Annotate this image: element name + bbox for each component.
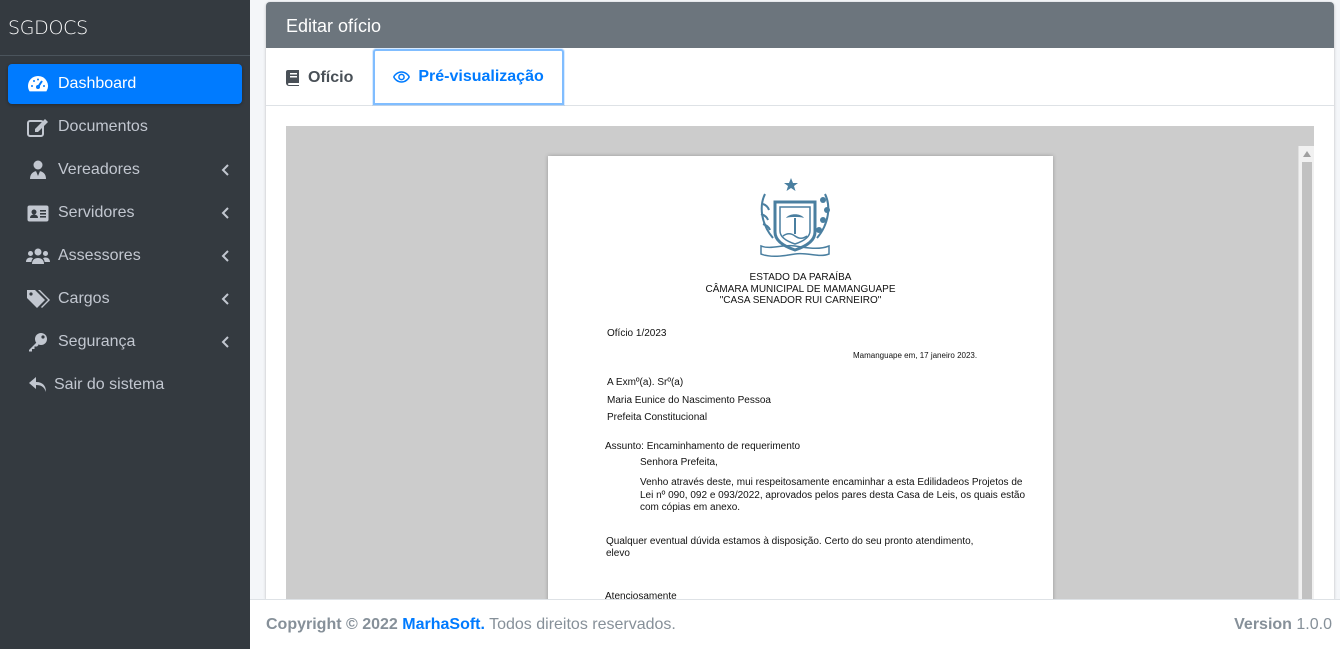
chevron-left-icon bbox=[220, 292, 230, 306]
footer-version: Version 1.0.0 bbox=[1234, 616, 1332, 634]
recipient-title: A Exmº(a). Srº(a) bbox=[607, 377, 684, 388]
edit-oficio-card: Editar ofício Ofício Pré-visualização ES… bbox=[266, 2, 1334, 599]
company-link[interactable]: MarhaSoft. bbox=[402, 616, 485, 633]
eye-icon bbox=[393, 71, 411, 83]
sidebar-item-label: Sair do sistema bbox=[54, 376, 165, 393]
sidebar-item-label: Segurança bbox=[58, 333, 136, 350]
chevron-left-icon bbox=[220, 249, 230, 263]
document-preview-viewer[interactable]: ESTADO DA PARAÍBA CÂMARA MUNICIPAL DE MA… bbox=[286, 126, 1314, 599]
id-card-icon bbox=[26, 202, 50, 224]
brand-logo[interactable]: SGDOCS bbox=[0, 0, 250, 56]
chevron-left-icon bbox=[220, 335, 230, 349]
sidebar-item-seguranca[interactable]: Segurança bbox=[8, 322, 242, 362]
reply-icon bbox=[28, 374, 48, 396]
sidebar-item-label: Documentos bbox=[58, 118, 148, 135]
tab-label: Pré-visualização bbox=[418, 68, 544, 85]
tab-bar: Ofício Pré-visualização bbox=[266, 48, 1334, 106]
book-icon bbox=[286, 70, 300, 86]
heading-line: ESTADO DA PARAÍBA bbox=[749, 272, 852, 283]
body-line: Lei nº 090, 092 e 093/2022, aprovados pe… bbox=[640, 489, 1026, 501]
version-number: 1.0.0 bbox=[1296, 615, 1332, 633]
recipient-role: Prefeita Constitucional bbox=[607, 412, 708, 423]
tab-label: Ofício bbox=[308, 69, 354, 86]
closing-line: elevo bbox=[606, 548, 630, 559]
scroll-thumb[interactable] bbox=[1302, 162, 1312, 599]
closing-paragraph: Qualquer eventual dúvida estamos à dispo… bbox=[606, 536, 973, 560]
footer-copyright: Copyright © 2022 MarhaSoft. Todos direit… bbox=[266, 616, 676, 634]
card-title: Editar ofício bbox=[266, 2, 1334, 48]
sidebar-item-label: Servidores bbox=[58, 204, 135, 221]
viewer-scrollbar[interactable] bbox=[1298, 146, 1314, 599]
rights-text: Todos direitos reservados. bbox=[489, 615, 676, 633]
signoff: Atenciosamente bbox=[605, 591, 677, 599]
sidebar-nav: Dashboard Documentos Vereadores Servidor… bbox=[0, 56, 250, 416]
municipal-crest bbox=[760, 178, 830, 258]
tab-pre-visualizacao[interactable]: Pré-visualização bbox=[373, 49, 564, 105]
sidebar: SGDOCS Dashboard Documentos Vereadores S… bbox=[0, 0, 250, 649]
oficio-number: Ofício 1/2023 bbox=[607, 328, 667, 339]
main-content: Editar ofício Ofício Pré-visualização ES… bbox=[250, 0, 1340, 599]
sidebar-item-label: Assessores bbox=[58, 247, 141, 264]
sidebar-item-assessores[interactable]: Assessores bbox=[8, 236, 242, 276]
body-paragraph: Venho através deste, mui respeitosamente… bbox=[640, 477, 1025, 515]
sidebar-item-label: Cargos bbox=[58, 290, 110, 307]
recipient-name: Maria Eunice do Nascimento Pessoa bbox=[607, 395, 771, 406]
subject-line: Assunto: Encaminhamento de requerimento bbox=[605, 441, 801, 452]
chevron-left-icon bbox=[220, 206, 230, 220]
scroll-up-arrow-icon[interactable] bbox=[1299, 146, 1314, 162]
sidebar-item-label: Dashboard bbox=[58, 75, 137, 92]
oficio-date: Mamanguape em, 17 janeiro 2023. bbox=[853, 351, 978, 360]
document-page: ESTADO DA PARAÍBA CÂMARA MUNICIPAL DE MA… bbox=[548, 156, 1053, 599]
heading-line: "CASA SENADOR RUI CARNEIRO" bbox=[719, 295, 882, 306]
edit-icon bbox=[26, 116, 50, 138]
chevron-left-icon bbox=[220, 163, 230, 177]
sidebar-item-cargos[interactable]: Cargos bbox=[8, 279, 242, 319]
version-label: Version bbox=[1234, 615, 1292, 633]
sidebar-item-servidores[interactable]: Servidores bbox=[8, 193, 242, 233]
body-line: com cópias em anexo. bbox=[640, 502, 741, 513]
heading-line: CÂMARA MUNICIPAL DE MAMANGUAPE bbox=[705, 283, 896, 295]
footer: Copyright © 2022 MarhaSoft. Todos direit… bbox=[250, 599, 1340, 649]
copyright-text: Copyright © 2022 bbox=[266, 615, 398, 633]
sidebar-item-sair[interactable]: Sair do sistema bbox=[8, 365, 242, 405]
sidebar-item-documentos[interactable]: Documentos bbox=[8, 107, 242, 147]
sidebar-item-dashboard[interactable]: Dashboard bbox=[8, 64, 242, 104]
closing-line: Qualquer eventual dúvida estamos à dispo… bbox=[606, 536, 974, 547]
tachometer-icon bbox=[26, 73, 50, 95]
sidebar-item-vereadores[interactable]: Vereadores bbox=[8, 150, 242, 190]
tab-oficio[interactable]: Ofício bbox=[274, 50, 365, 106]
sidebar-item-label: Vereadores bbox=[58, 161, 140, 178]
document-heading: ESTADO DA PARAÍBA CÂMARA MUNICIPAL DE MA… bbox=[548, 272, 1053, 307]
tags-icon bbox=[26, 288, 50, 310]
user-icon bbox=[26, 159, 50, 181]
users-icon bbox=[26, 245, 50, 267]
body-line: Venho através deste, mui respeitosamente… bbox=[640, 477, 1023, 488]
key-icon bbox=[26, 331, 50, 353]
salutation: Senhora Prefeita, bbox=[640, 457, 718, 468]
